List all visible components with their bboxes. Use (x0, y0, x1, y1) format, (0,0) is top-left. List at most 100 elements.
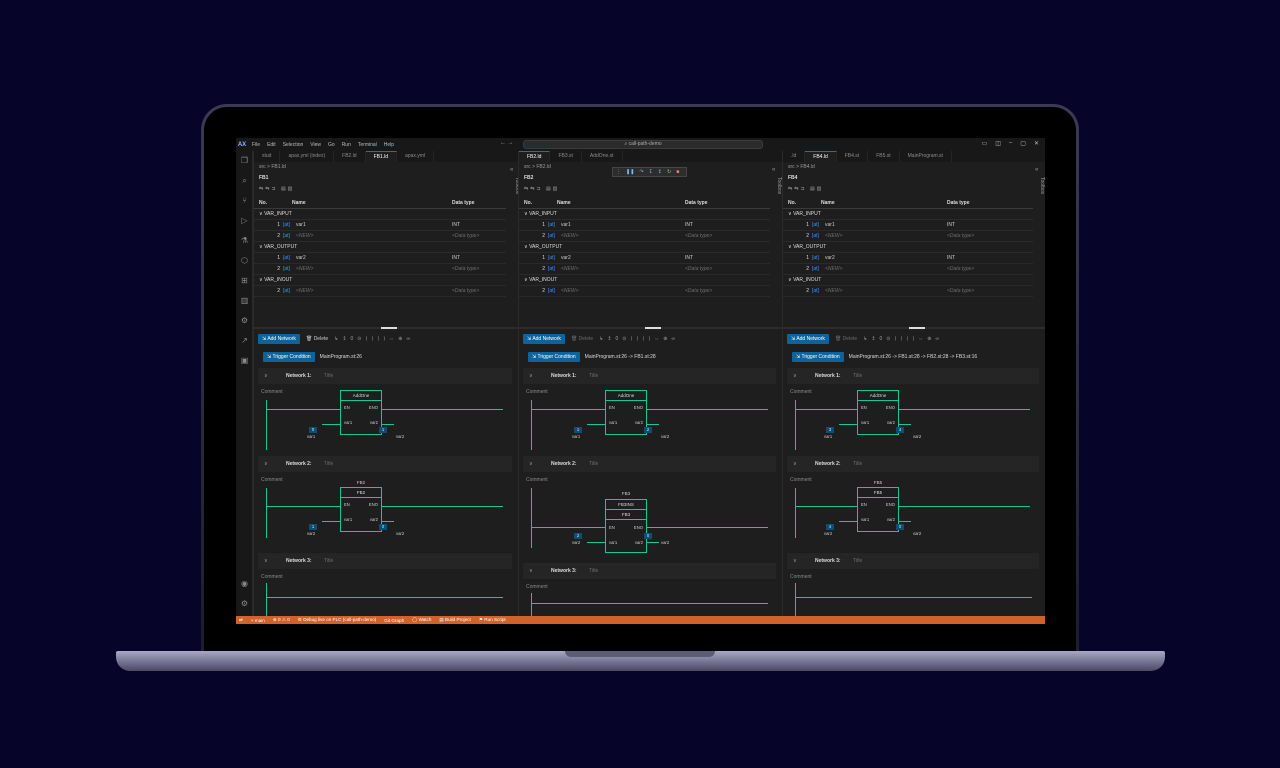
plc-icon[interactable]: ⚙ (239, 315, 250, 326)
testing-icon[interactable]: ⚗ (239, 235, 250, 246)
table-row[interactable]: 2 [at] <NEW> <Data type> (783, 231, 1033, 242)
network-2-header[interactable]: ∨ Network 2: Title (787, 456, 1039, 472)
step-over-icon[interactable]: ↷ (639, 169, 643, 175)
run-script-item[interactable]: ⚑ Run Script (479, 617, 506, 623)
function-block-fb3[interactable]: FB3INS FB3 EN ENO var1 var2 (605, 499, 647, 553)
stop-icon[interactable]: ■ (676, 169, 679, 175)
add-network-button[interactable]: ⇲ Add Network (258, 333, 300, 344)
table-row[interactable]: 1 [at] var2 INT (519, 253, 770, 264)
minimize-icon[interactable]: – (1009, 140, 1012, 147)
table-row[interactable]: 2 [at] <NEW> <Data type> (519, 264, 770, 275)
network-comment[interactable]: Comment (261, 389, 283, 395)
network-1-header[interactable]: ∨ Network 1: Title (787, 368, 1039, 384)
toolbox-collapse-icon[interactable]: « (510, 167, 513, 173)
trigger-condition-button[interactable]: ⇲ Trigger Condition (263, 352, 315, 362)
menu-selection[interactable]: Selection (283, 142, 304, 148)
menu-terminal[interactable]: Terminal (358, 142, 377, 148)
menu-run[interactable]: Run (342, 142, 351, 148)
hardware-icon[interactable]: ▣ (239, 355, 250, 366)
toolbox-label[interactable]: Toolbox (1035, 177, 1045, 194)
function-block-fb5[interactable]: FB5 EN ENO var1 var2 (857, 487, 899, 532)
breadcrumb[interactable]: src > FB2.ld (524, 164, 551, 170)
tab-apax-index[interactable]: apax.yml (index) (280, 151, 335, 162)
tab-apax-yml[interactable]: apax.yml (397, 151, 435, 162)
tab-fb2-ld[interactable]: FB2.ld (334, 151, 366, 162)
table-row[interactable]: 2 [at] <NEW> <Data type> (254, 231, 506, 242)
trigger-condition-button[interactable]: ⇲ Trigger Condition (528, 352, 580, 362)
editor-mini-toolbar[interactable]: ⇆⇆⊐ ▤▥ (524, 186, 559, 192)
delete-button[interactable]: 🗑 Delete (835, 336, 857, 342)
package-icon[interactable]: ⬡ (239, 255, 250, 266)
network-comment[interactable]: Comment (261, 477, 283, 483)
section-var-inout[interactable]: ∨ VAR_INOUT (783, 275, 1033, 286)
table-row[interactable]: 2 [at] <NEW> <Data type> (254, 264, 506, 275)
watch-item[interactable]: ◯ Watch (412, 617, 431, 623)
section-var-input[interactable]: ∨ VAR_INPUT (254, 209, 506, 220)
tab-stud[interactable]: stud (254, 151, 281, 162)
toolbox-collapse-icon[interactable]: « (772, 167, 775, 173)
table-row[interactable]: 2 [at] <NEW> <Data type> (783, 286, 1033, 297)
tab-mainprogram-st[interactable]: MainProgram.st (900, 151, 952, 162)
tab-addone-st[interactable]: AddOne.st (582, 151, 623, 162)
delete-button[interactable]: 🗑 Delete (306, 336, 328, 342)
build-item[interactable]: ▤ Build Project (439, 617, 470, 623)
network-comment[interactable]: Comment (526, 389, 548, 395)
extensions-icon[interactable]: ⊞ (239, 275, 250, 286)
network-comment[interactable]: Comment (261, 574, 283, 580)
problems-item[interactable]: ⊗ 0 ⚠ 0 (273, 617, 290, 623)
section-var-input[interactable]: ∨ VAR_INPUT (783, 209, 1033, 220)
section-var-output[interactable]: ∨ VAR_OUTPUT (254, 242, 506, 253)
network-3-header[interactable]: ∨ Network 3: Title (523, 563, 776, 579)
section-var-input[interactable]: ∨ VAR_INPUT (519, 209, 770, 220)
network-1-header[interactable]: ∨ Network 1: Title (258, 368, 512, 384)
trace-icon[interactable]: ↗ (239, 335, 250, 346)
trigger-condition-button[interactable]: ⇲ Trigger Condition (792, 352, 844, 362)
delete-button[interactable]: 🗑 Delete (571, 336, 593, 342)
tab-fb4-st[interactable]: FB4.st (837, 151, 869, 162)
table-row[interactable]: 1 [at] var2 INT (783, 253, 1033, 264)
section-var-output[interactable]: ∨ VAR_OUTPUT (783, 242, 1033, 253)
section-var-output[interactable]: ∨ VAR_OUTPUT (519, 242, 770, 253)
tab-fb2-ld[interactable]: FB2.ld (519, 151, 551, 162)
network-comment[interactable]: Comment (526, 477, 548, 483)
table-row[interactable]: 1 [at] var1 INT (783, 220, 1033, 231)
tab-fb4-ld[interactable]: FB4.ld (805, 151, 837, 162)
menu-edit[interactable]: Edit (267, 142, 276, 148)
network-comment[interactable]: Comment (526, 584, 548, 590)
tab-fb1-ld[interactable]: FB1.ld (365, 151, 398, 162)
tab-fb5-st[interactable]: FB5.st (868, 151, 900, 162)
network-comment[interactable]: Comment (790, 477, 812, 483)
network-2-header[interactable]: ∨ Network 2: Title (523, 456, 776, 472)
maximize-icon[interactable]: ▢ (1020, 140, 1026, 147)
function-block-addone[interactable]: AddOne EN ENO var1 var2 (605, 390, 647, 435)
command-center[interactable]: ⌕ call-path-demo (523, 140, 763, 149)
source-control-icon[interactable]: ⑂ (239, 195, 250, 206)
tab-fb3-st[interactable]: FB3.st (550, 151, 582, 162)
close-icon[interactable]: ✕ (1034, 140, 1039, 147)
step-out-icon[interactable]: ↥ (658, 169, 662, 175)
sash[interactable] (254, 327, 518, 329)
editor-mini-toolbar[interactable]: ⇆⇆⊐ ▤▥ (259, 186, 294, 192)
restart-icon[interactable]: ↻ (667, 169, 671, 175)
nav-arrows[interactable]: ← → (500, 140, 514, 146)
function-block-fb2[interactable]: FB2 EN ENO var1 var2 (340, 487, 382, 532)
drag-handle-icon[interactable]: ⋮ (616, 169, 621, 175)
table-row[interactable]: 2 [at] <NEW> <Data type> (519, 286, 770, 297)
layout-icon[interactable]: ▭ (982, 140, 988, 147)
tab-ld[interactable]: .ld (783, 151, 806, 162)
network-2-header[interactable]: ∨ Network 2: Title (258, 456, 512, 472)
table-row[interactable]: 1 [at] var1 INT (254, 220, 506, 231)
section-var-inout[interactable]: ∨ VAR_INOUT (254, 275, 506, 286)
menu-file[interactable]: File (252, 142, 260, 148)
breadcrumb[interactable]: src > FB4.ld (788, 164, 815, 170)
library-icon[interactable]: ▥ (239, 295, 250, 306)
branch-item[interactable]: ⑂ main (251, 618, 265, 623)
breadcrumb[interactable]: src > FB1.ld (259, 164, 286, 170)
network-3-header[interactable]: ∨ Network 3: Title (787, 553, 1039, 569)
account-icon[interactable]: ◉ (239, 578, 250, 589)
menu-help[interactable]: Help (384, 142, 394, 148)
step-into-icon[interactable]: ↧ (649, 169, 653, 175)
split-icon[interactable]: ◫ (995, 140, 1001, 147)
explorer-icon[interactable]: ❐ (239, 155, 250, 166)
ladder-tools[interactable]: ↳↥0⊙⟨⟩⟨⟩⇔⊕∞ (334, 336, 414, 342)
